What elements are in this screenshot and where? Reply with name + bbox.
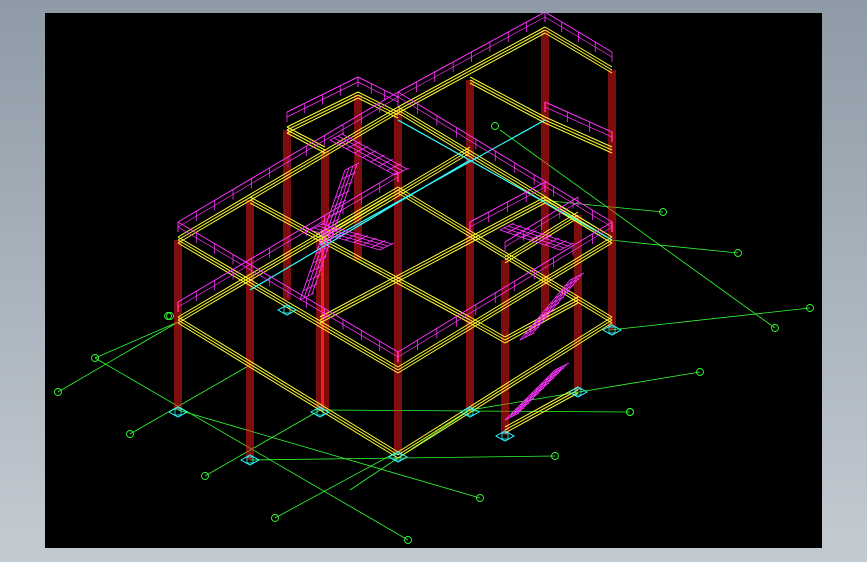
beam-line	[469, 316, 506, 338]
cad-viewport[interactable]	[45, 13, 822, 548]
grid-line	[177, 409, 481, 499]
beam-line	[286, 126, 326, 148]
railing-mid	[357, 81, 399, 103]
grid-line	[94, 321, 179, 359]
beam-line	[469, 82, 546, 124]
beam-line	[177, 322, 399, 459]
stair-flight-tread	[329, 132, 345, 141]
beam-line	[357, 97, 399, 119]
beam-line	[504, 389, 579, 431]
base-plate-bolt	[174, 408, 182, 416]
grid-line	[609, 239, 739, 254]
grid-line	[609, 307, 811, 331]
base-plate	[276, 304, 298, 316]
grid-line	[57, 321, 179, 393]
grid-line	[274, 452, 396, 519]
columns-layer	[174, 30, 616, 460]
beam-line	[469, 319, 506, 341]
grid-line	[204, 409, 321, 477]
railing-top	[397, 91, 613, 223]
grid-line	[129, 364, 251, 435]
beam-line	[397, 322, 613, 459]
beam-line	[544, 119, 613, 151]
beam-line	[469, 79, 546, 121]
beam-line	[469, 76, 546, 118]
beam-line	[397, 189, 613, 321]
base-plate-bolt	[501, 432, 509, 440]
beam-line	[544, 116, 613, 148]
beam-line	[504, 386, 579, 428]
isometric-frame-model	[54, 13, 814, 544]
axis-grid-layer	[54, 122, 814, 544]
railing-top	[357, 76, 399, 98]
tie-beam-line	[249, 159, 471, 291]
tie-beam-line	[397, 119, 613, 241]
grid-marker	[491, 122, 499, 130]
railing-mid	[397, 96, 613, 228]
beam-line	[469, 322, 506, 344]
